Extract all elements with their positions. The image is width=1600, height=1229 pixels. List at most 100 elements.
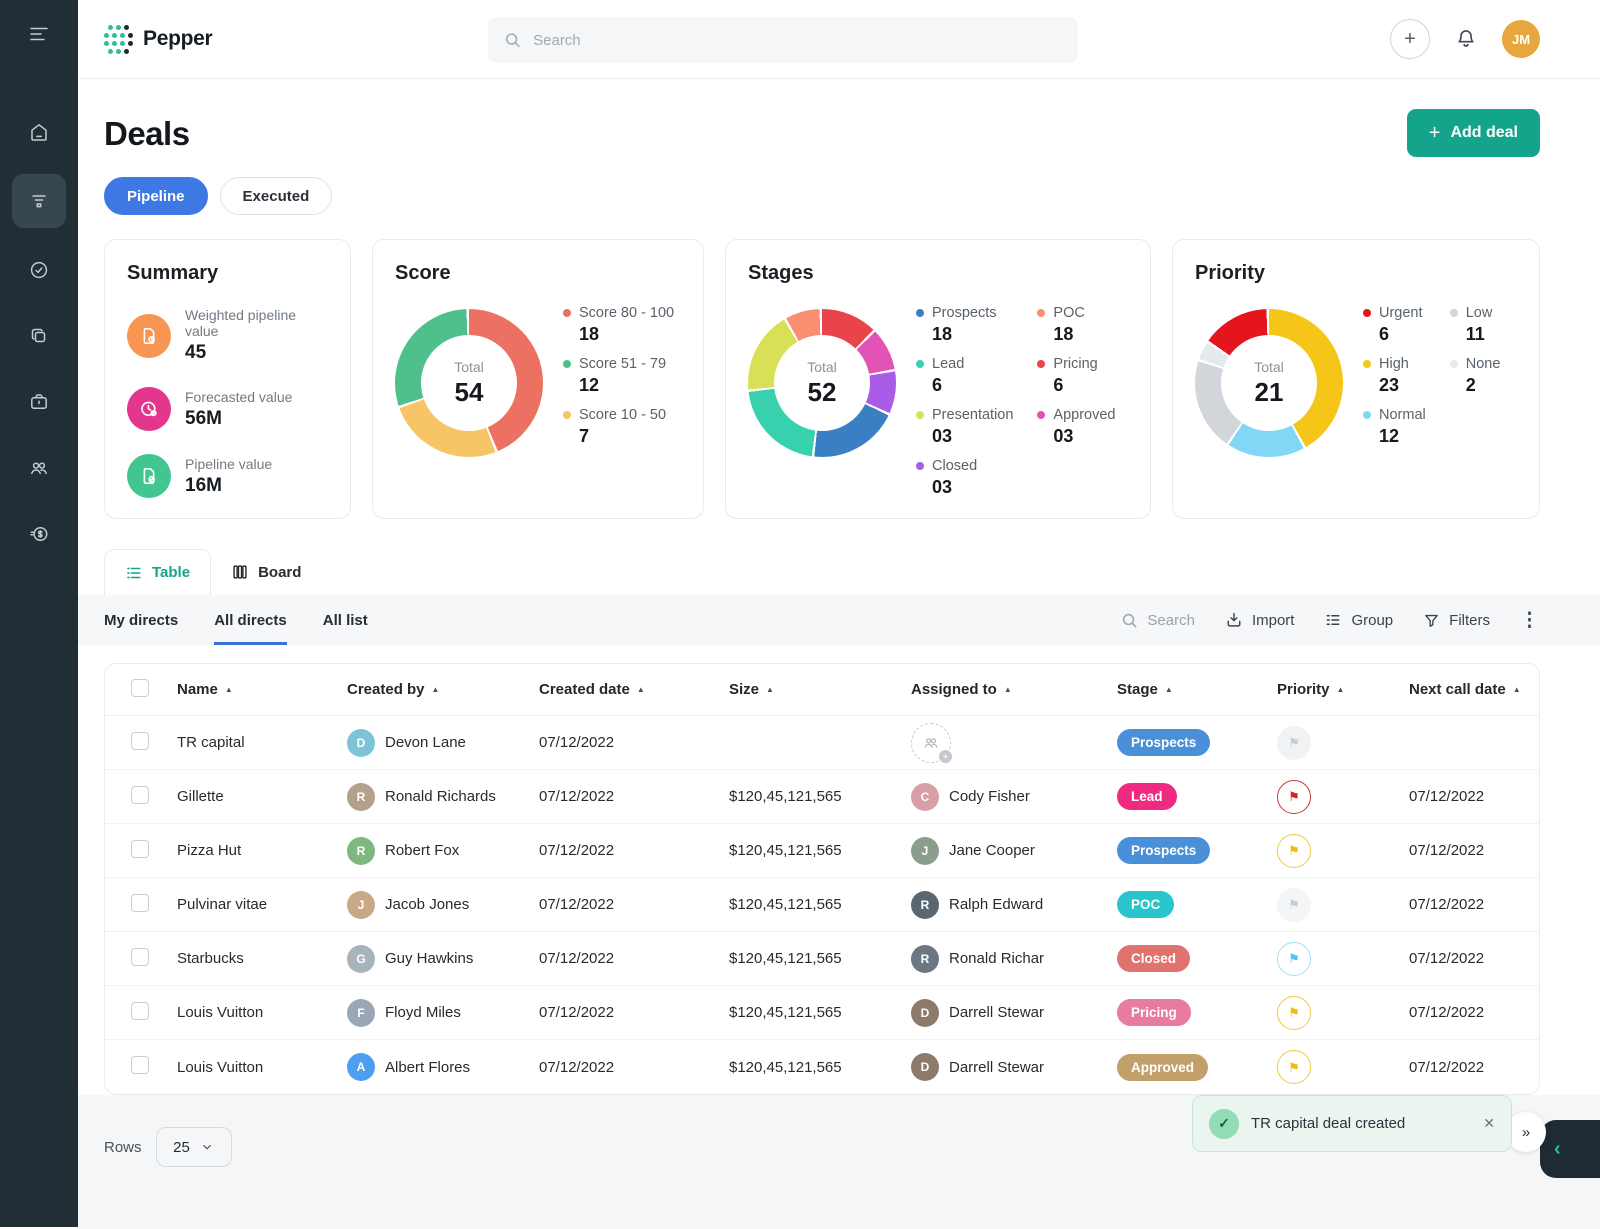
column-header-assigned-to[interactable]: Assigned to▲ xyxy=(911,681,1117,698)
stage-badge: Prospects xyxy=(1117,837,1210,864)
table-row[interactable]: Louis VuittonFFloyd Miles07/12/2022$120,… xyxy=(105,986,1539,1040)
avatar: R xyxy=(347,837,375,865)
group-button[interactable]: Group xyxy=(1324,611,1393,629)
column-label: Created date xyxy=(539,681,630,698)
notifications-button[interactable] xyxy=(1454,27,1478,51)
sidebar xyxy=(0,0,78,1227)
row-checkbox[interactable] xyxy=(131,894,149,912)
table-row[interactable]: GilletteRRonald Richards07/12/2022$120,4… xyxy=(105,770,1539,824)
group-label: Group xyxy=(1351,612,1393,629)
legend-label: Score 80 - 100 xyxy=(579,305,674,321)
quick-add-button[interactable]: + xyxy=(1390,19,1430,59)
avatar: D xyxy=(347,729,375,757)
priority-flag-button[interactable]: ⚑ xyxy=(1277,1050,1311,1084)
sidebar-item-finance[interactable] xyxy=(13,510,65,558)
filters-button[interactable]: Filters xyxy=(1423,612,1490,629)
double-chevron-right-icon: » xyxy=(1522,1124,1530,1141)
sidebar-item-deals[interactable] xyxy=(12,174,66,228)
hamburger-icon xyxy=(27,22,51,46)
tab-table-view[interactable]: Table xyxy=(104,549,211,595)
sidebar-item-home[interactable] xyxy=(13,108,65,156)
priority-flag-button[interactable]: ⚑ xyxy=(1277,834,1311,868)
row-checkbox[interactable] xyxy=(131,732,149,750)
table-row[interactable]: StarbucksGGuy Hawkins07/12/2022$120,45,1… xyxy=(105,932,1539,986)
legend-value: 6 xyxy=(932,375,1013,396)
row-checkbox[interactable] xyxy=(131,786,149,804)
legend-label: Score 10 - 50 xyxy=(579,407,666,423)
column-header-name[interactable]: Name▲ xyxy=(177,681,347,698)
column-header-created-by[interactable]: Created by▲ xyxy=(347,681,539,698)
column-header-next-call-date[interactable]: Next call date▲ xyxy=(1409,681,1539,698)
priority-title: Priority xyxy=(1195,262,1517,285)
tab-pipeline[interactable]: Pipeline xyxy=(104,177,208,215)
table-row[interactable]: TR capitalDDevon Lane07/12/2022+Prospect… xyxy=(105,716,1539,770)
flag-icon: ⚑ xyxy=(1288,1061,1300,1074)
file-check-icon xyxy=(127,454,171,498)
next-call-date-cell: 07/12/2022 xyxy=(1409,896,1539,913)
briefcase-icon xyxy=(28,391,50,413)
tab-board-view[interactable]: Board xyxy=(211,549,321,595)
sort-asc-icon: ▲ xyxy=(1165,685,1173,694)
priority-flag-button[interactable]: ⚑ xyxy=(1277,996,1311,1030)
assign-user-button[interactable]: + xyxy=(911,723,951,763)
sidebar-item-documents[interactable] xyxy=(13,312,65,360)
import-button[interactable]: Import xyxy=(1225,611,1295,629)
clock-glyph xyxy=(139,399,159,419)
table-row[interactable]: Louis VuittonAAlbert Flores07/12/2022$12… xyxy=(105,1040,1539,1094)
table-search-button[interactable]: Search xyxy=(1121,612,1195,629)
avatar: J xyxy=(347,891,375,919)
legend-label: Normal xyxy=(1379,407,1426,423)
global-search[interactable] xyxy=(488,17,1078,63)
legend-dot xyxy=(916,360,924,368)
search-icon xyxy=(504,31,521,49)
tab-all-list[interactable]: All list xyxy=(323,595,368,645)
legend-dot xyxy=(563,360,571,368)
brand-name: Pepper xyxy=(143,27,212,51)
deal-name: Pizza Hut xyxy=(177,842,347,859)
add-deal-button[interactable]: + Add deal xyxy=(1407,109,1540,157)
expand-panel-button[interactable]: » xyxy=(1506,1112,1546,1152)
file-clock-glyph xyxy=(139,326,159,346)
user-avatar[interactable]: JM xyxy=(1502,20,1540,58)
toast-close-button[interactable]: ✕ xyxy=(1483,1115,1495,1132)
assigned-to-cell: CCody Fisher xyxy=(911,783,1117,811)
table-row[interactable]: Pizza HutRRobert Fox07/12/2022$120,45,12… xyxy=(105,824,1539,878)
brand[interactable]: Pepper xyxy=(104,25,212,54)
row-checkbox[interactable] xyxy=(131,1002,149,1020)
column-label: Name xyxy=(177,681,218,698)
rows-per-page-select[interactable]: 25 xyxy=(156,1127,232,1167)
side-panel-handle[interactable]: ‹ xyxy=(1540,1120,1600,1178)
select-all-checkbox[interactable] xyxy=(131,679,149,697)
row-checkbox[interactable] xyxy=(131,948,149,966)
row-checkbox[interactable] xyxy=(131,840,149,858)
legend-column: Urgent6High23Normal12 xyxy=(1363,305,1426,458)
created-by-name: Devon Lane xyxy=(385,734,466,751)
tab-all-directs[interactable]: All directs xyxy=(214,595,287,645)
sidebar-item-contacts[interactable] xyxy=(13,444,65,492)
score-title: Score xyxy=(395,262,681,285)
legend-label: Lead xyxy=(932,356,964,372)
avatar: R xyxy=(911,891,939,919)
priority-flag-button[interactable]: ⚑ xyxy=(1277,888,1311,922)
column-header-stage[interactable]: Stage▲ xyxy=(1117,681,1277,698)
menu-toggle-button[interactable] xyxy=(27,22,51,46)
column-header-size[interactable]: Size▲ xyxy=(729,681,911,698)
flag-icon: ⚑ xyxy=(1288,844,1300,857)
priority-flag-button[interactable]: ⚑ xyxy=(1277,726,1311,760)
priority-flag-button[interactable]: ⚑ xyxy=(1277,942,1311,976)
tab-my-directs[interactable]: My directs xyxy=(104,595,178,645)
row-checkbox[interactable] xyxy=(131,1056,149,1074)
sidebar-item-tasks[interactable] xyxy=(13,246,65,294)
next-call-date-cell: 07/12/2022 xyxy=(1409,788,1539,805)
summary-label: Weighted pipeline value xyxy=(185,307,328,339)
global-search-input[interactable] xyxy=(531,31,1062,50)
priority-flag-button[interactable]: ⚑ xyxy=(1277,780,1311,814)
table-row[interactable]: Pulvinar vitaeJJacob Jones07/12/2022$120… xyxy=(105,878,1539,932)
sidebar-item-companies[interactable] xyxy=(13,378,65,426)
legend-value: 23 xyxy=(1379,375,1426,396)
column-header-priority[interactable]: Priority▲ xyxy=(1277,681,1409,698)
more-options-button[interactable]: ⋮ xyxy=(1520,609,1540,632)
legend-label: None xyxy=(1466,356,1501,372)
tab-executed[interactable]: Executed xyxy=(220,177,333,215)
column-header-created-date[interactable]: Created date▲ xyxy=(539,681,729,698)
